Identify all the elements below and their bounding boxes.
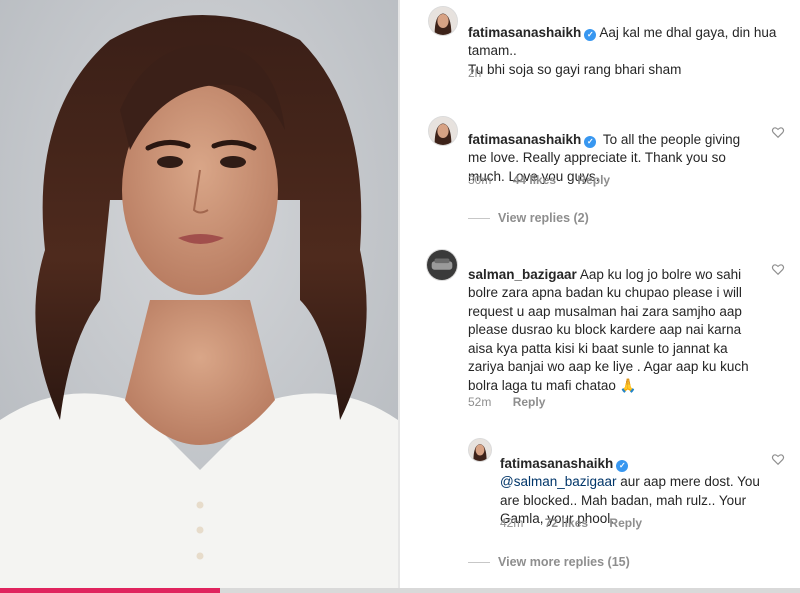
portrait-image <box>0 0 398 588</box>
view-more-replies-label: View more replies (15) <box>498 555 630 569</box>
comment-time: 52m <box>468 395 492 409</box>
view-more-replies-button[interactable]: View more replies (15) <box>468 555 630 569</box>
verified-check-icon: ✓ <box>584 135 597 148</box>
reply-button[interactable]: Reply <box>609 516 642 530</box>
comment-likes[interactable]: 44 likes <box>513 173 556 187</box>
verified-check-icon: ✓ <box>584 28 597 41</box>
reply-button[interactable]: Reply <box>577 173 610 187</box>
comment-meta: 30m 44 likes Reply <box>468 173 628 187</box>
progress-fill <box>0 588 220 593</box>
reply-likes[interactable]: 72 likes <box>545 516 588 530</box>
comment-username[interactable]: fatimasanashaikh <box>468 132 581 147</box>
reply-mention[interactable]: @salman_bazigaar <box>500 474 617 489</box>
comment-avatar[interactable] <box>428 116 458 146</box>
heart-outline-icon[interactable] <box>771 125 785 139</box>
comment-username[interactable]: salman_bazigaar <box>468 267 577 282</box>
view-replies-label: View replies (2) <box>498 211 589 225</box>
comment-text: Aap ku log jo bolre wo sahi bolre zara a… <box>468 266 749 393</box>
avatar-image <box>469 439 491 461</box>
caption-time: 2h <box>468 66 482 80</box>
comment: salman_bazigaar Aap ku log jo bolre wo s… <box>468 247 760 395</box>
divider-line <box>468 218 490 220</box>
reply-username[interactable]: fatimasanashaikh <box>500 456 613 471</box>
caption-username[interactable]: fatimasanashaikh <box>468 25 581 40</box>
heart-outline-icon[interactable] <box>771 262 785 276</box>
caption: fatimasanashaikh ✓ Aaj kal me dhal gaya, d… <box>468 5 788 79</box>
reply-button[interactable]: Reply <box>513 395 546 409</box>
avatar-image <box>429 7 457 35</box>
verified-check-icon: ✓ <box>616 459 629 472</box>
caption-meta: 2h <box>468 66 499 80</box>
comment-avatar[interactable] <box>426 249 458 281</box>
avatar-image <box>427 250 457 280</box>
post-photo <box>0 0 398 588</box>
reply-avatar[interactable] <box>468 438 492 462</box>
reply: fatimasanashaikh ✓ @salman_bazigaar aur aa… <box>500 436 762 529</box>
heart-outline-icon[interactable] <box>771 452 785 466</box>
video-progress-bar[interactable] <box>0 588 800 593</box>
divider-line <box>468 562 490 564</box>
view-replies-button[interactable]: View replies (2) <box>468 211 589 225</box>
avatar-image <box>429 117 457 145</box>
comments-panel: fatimasanashaikh ✓ Aaj kal me dhal gaya, d… <box>400 0 800 588</box>
reply-time: 42m <box>500 516 524 530</box>
comment-time: 30m <box>468 173 492 187</box>
reply-meta: 42m 72 likes Reply <box>500 516 660 530</box>
caption-avatar[interactable] <box>428 6 458 36</box>
comment-meta: 52m Reply <box>468 395 563 409</box>
